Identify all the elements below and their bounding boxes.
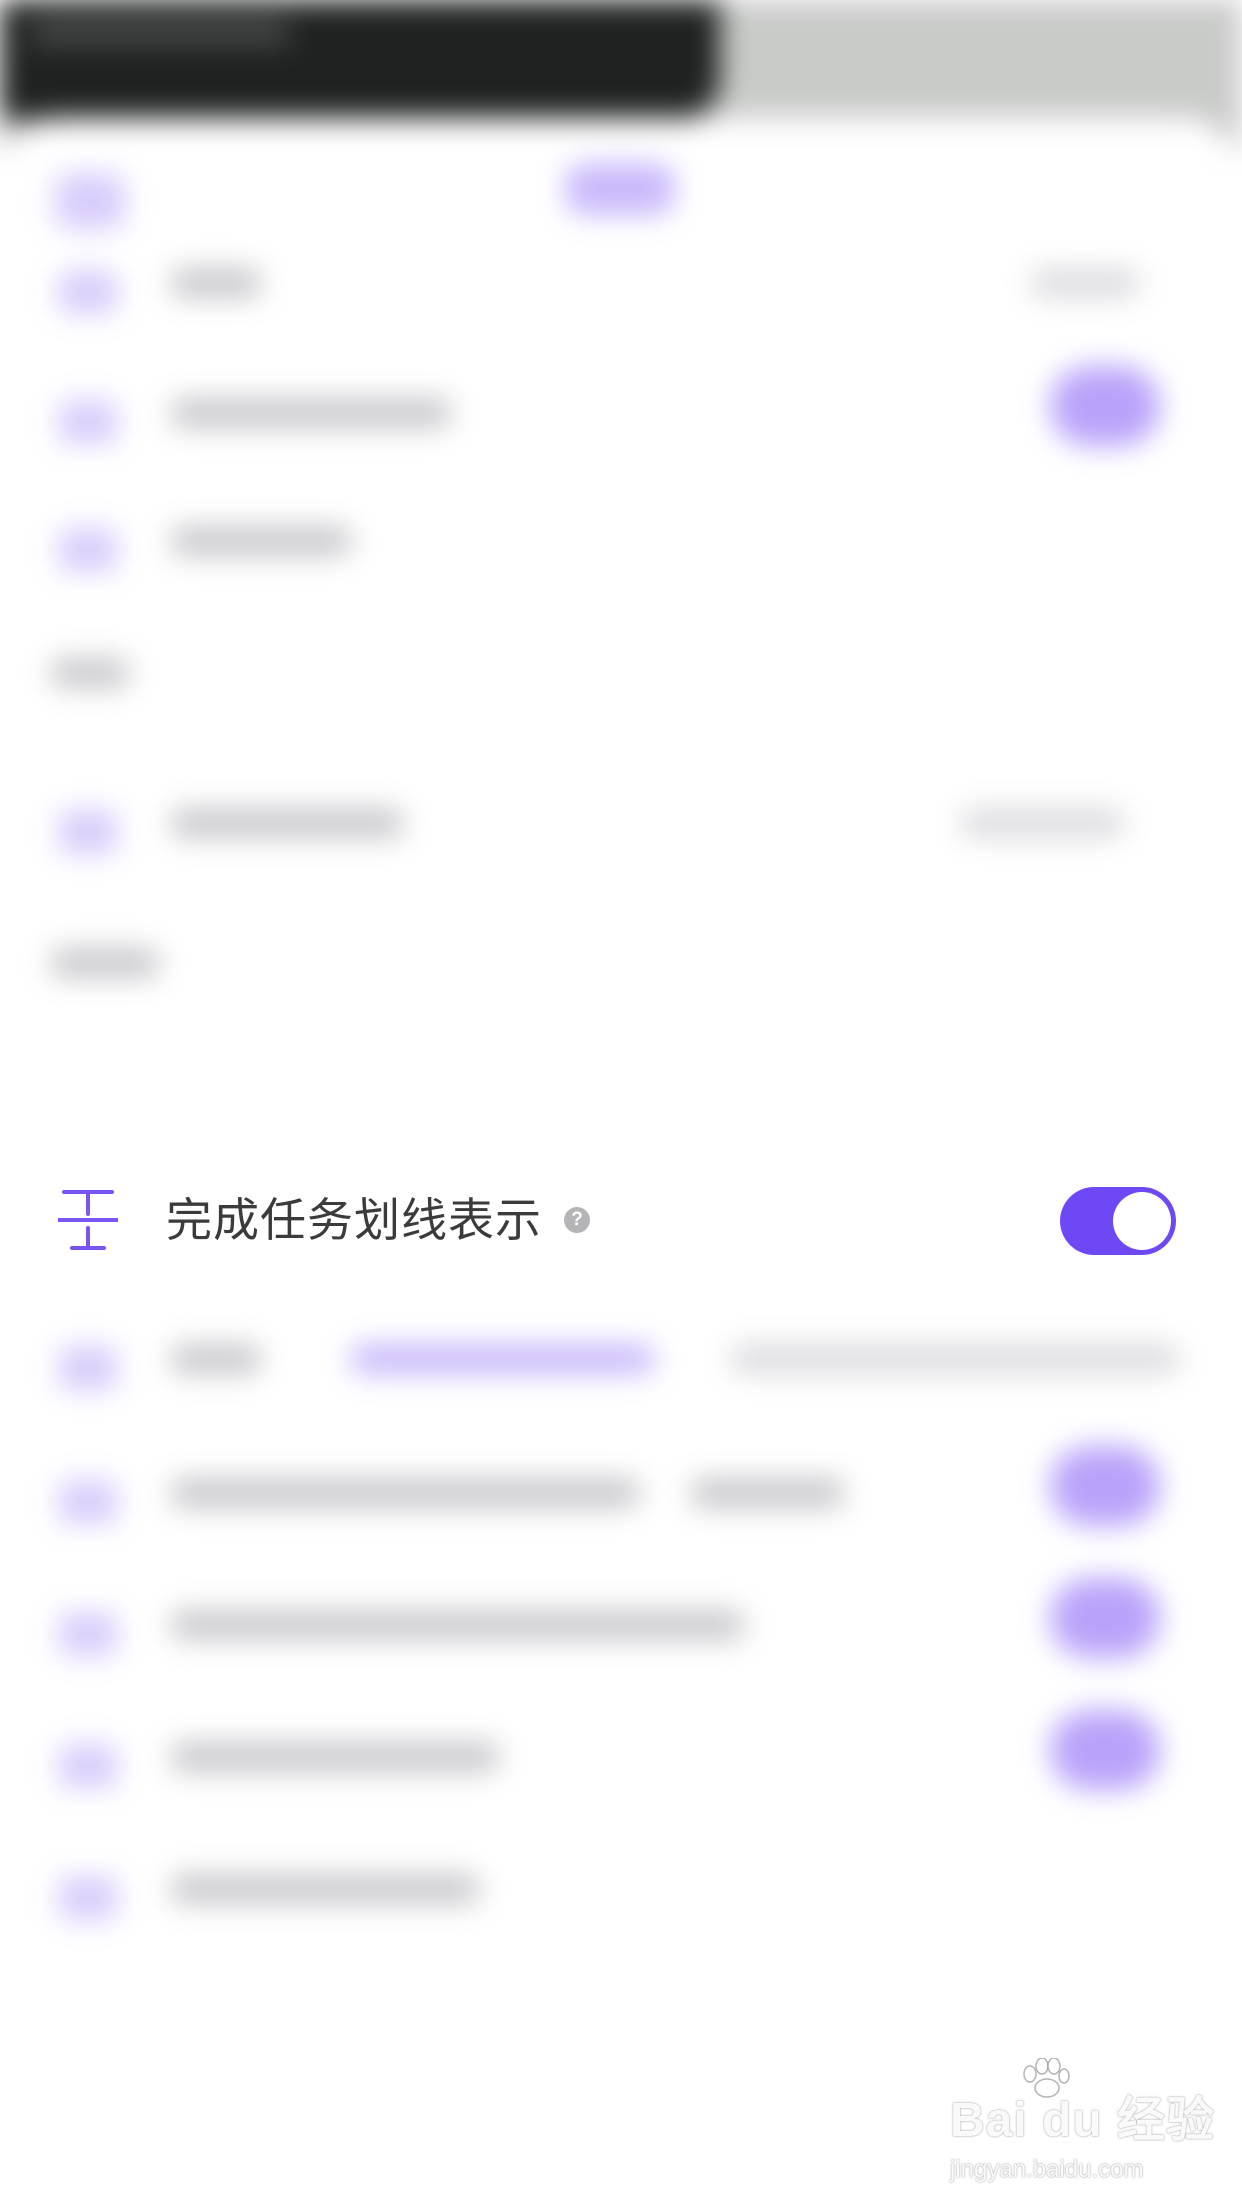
screen: 完成任务划线表示 ? Bai du 经验 jingyan.baidu.com — [0, 0, 1242, 2208]
row-icon — [58, 1744, 118, 1788]
question-circle-icon[interactable]: ? — [564, 1207, 590, 1233]
toggle — [1050, 1446, 1160, 1526]
row-icon — [58, 1876, 118, 1920]
row-icon — [58, 400, 118, 444]
header-title — [565, 163, 675, 215]
toggle — [1050, 1578, 1160, 1658]
watermark-brand: Bai du 经验 — [950, 2094, 1216, 2147]
toggle-knob — [1113, 1192, 1171, 1250]
paw-icon — [1023, 2058, 1070, 2098]
strikethrough-toggle[interactable] — [1060, 1187, 1176, 1255]
row-icon — [58, 1480, 118, 1524]
baidu-jingyan-watermark: Bai du 经验 jingyan.baidu.com — [950, 2058, 1216, 2190]
row-icon — [58, 1346, 118, 1390]
row-icon — [58, 1612, 118, 1656]
blurred-background — [0, 0, 1242, 2208]
toggle — [1050, 1710, 1160, 1790]
row-icon — [58, 528, 118, 572]
setting-row-strikethrough[interactable]: 完成任务划线表示 ? — [0, 1160, 1242, 1280]
watermark-url: jingyan.baidu.com — [950, 2156, 1144, 2183]
status-overlay — [0, 0, 720, 120]
row-icon — [58, 810, 118, 854]
toggle — [1050, 366, 1160, 446]
row-icon — [58, 270, 118, 314]
back-icon — [55, 173, 125, 229]
strikethrough-icon — [58, 1190, 118, 1250]
setting-label: 完成任务划线表示 — [166, 1194, 542, 1246]
